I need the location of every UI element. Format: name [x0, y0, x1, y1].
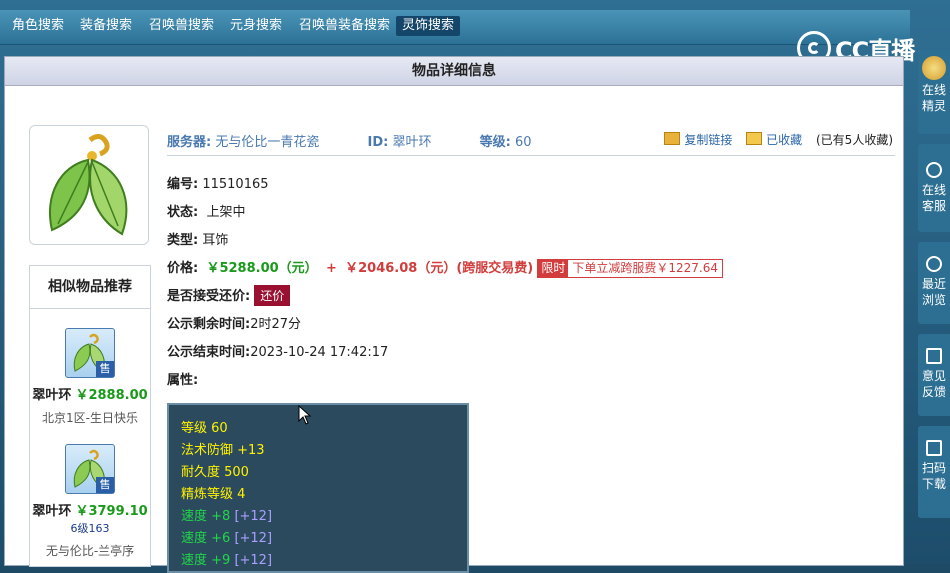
- similar-items-title: 相似物品推荐: [30, 266, 150, 309]
- tab-summon-equipment-search[interactable]: 召唤兽装备搜索: [293, 16, 396, 36]
- limited-offer-badge: 限时 下单立减跨服费￥1227.64: [537, 259, 724, 278]
- price-row: 价格: ￥5288.00（元） + ￥2046.08（元）(跨服交易费) 限时下…: [167, 257, 724, 278]
- scan-download-button[interactable]: 扫码 下载: [918, 426, 950, 518]
- attribute-line: 速度 +8 [+12]: [181, 509, 273, 524]
- tab-role-search[interactable]: 角色搜索: [6, 16, 70, 36]
- leaf-earring-icon: [48, 134, 128, 236]
- remaining-time-row: 公示剩余时间:2时27分: [167, 317, 302, 332]
- type-row: 类型: 耳饰: [167, 233, 229, 248]
- page-title: 物品详细信息: [5, 57, 903, 86]
- attribute-line: 速度 +6 [+12]: [181, 531, 273, 546]
- serial-value: 11510165: [202, 177, 269, 192]
- similar-item-server: 北京1区-生日快乐: [42, 411, 138, 425]
- tab-equipment-search[interactable]: 装备搜索: [74, 16, 138, 36]
- clock-icon: [926, 256, 942, 272]
- status-row: 状态: 上架中: [167, 205, 246, 220]
- tab-summon-search[interactable]: 召唤兽搜索: [143, 16, 220, 36]
- status-value: 上架中: [206, 205, 246, 220]
- divider: [167, 155, 895, 156]
- item-summary-line: 服务器: 无与伦比一青花瓷 ID: 翠叶环 等级: 60: [167, 135, 532, 150]
- similar-item-server: 无与伦比-兰亭序: [45, 544, 135, 558]
- attribute-line: 耐久度 500: [181, 465, 249, 480]
- attribute-line: 精炼等级 4: [181, 487, 246, 502]
- right-side-toolbar: 在线 精灵 在线 客服 最近 浏览 意见 反馈 扫码 下载: [918, 46, 950, 564]
- serial-row: 编号: 11510165: [167, 177, 269, 192]
- detail-page: 物品详细信息 相似物品推荐 售 翠叶环 ￥2888.00 北京1区-生日快乐 售…: [4, 56, 904, 573]
- sold-badge: 售: [96, 477, 114, 493]
- type-value: 耳饰: [202, 233, 229, 248]
- end-time-value: 2023-10-24 17:42:17: [250, 345, 389, 360]
- similar-items-panel: 相似物品推荐 售 翠叶环 ￥2888.00 北京1区-生日快乐 售 翠叶环 ￥3…: [29, 265, 151, 567]
- online-support-button[interactable]: 在线 客服: [918, 144, 950, 232]
- price-value: ￥5288.00（元）: [206, 261, 318, 276]
- server-name: 无与伦比一青花瓷: [215, 135, 320, 150]
- online-spirit-button[interactable]: 在线 精灵: [918, 50, 950, 134]
- item-id: 翠叶环: [392, 135, 432, 150]
- end-time-row: 公示结束时间:2023-10-24 17:42:17: [167, 345, 389, 360]
- favorite-button[interactable]: 已收藏: [746, 132, 802, 147]
- edit-icon: [926, 348, 942, 364]
- attribute-line: 法术防御 +13: [181, 443, 265, 458]
- mouse-cursor-icon: [298, 405, 312, 425]
- scan-icon: [926, 440, 942, 456]
- similar-item-thumb[interactable]: 售: [65, 328, 115, 378]
- cross-server-fee: ￥2046.08（元）(跨服交易费): [345, 261, 534, 276]
- feedback-button[interactable]: 意见 反馈: [918, 334, 950, 416]
- recent-browse-button[interactable]: 最近 浏览: [918, 242, 950, 324]
- similar-item-name-price: 翠叶环 ￥3799.10: [32, 504, 148, 519]
- sold-badge: 售: [96, 361, 114, 377]
- copy-link-icon: [664, 132, 681, 145]
- item-level: 60: [514, 135, 532, 150]
- bargain-button[interactable]: 还价: [254, 285, 291, 306]
- favorite-count: (已有5人收藏): [816, 133, 893, 147]
- remaining-time-value: 2时27分: [250, 317, 302, 332]
- similar-item-level: 6级163: [70, 522, 110, 535]
- attribute-line: 等级 60: [181, 421, 228, 436]
- copy-link-button[interactable]: 复制链接: [664, 132, 732, 147]
- favorite-folder-icon: [746, 132, 763, 145]
- headset-icon: [926, 162, 942, 178]
- tab-ornament-search[interactable]: 灵饰搜索: [396, 16, 461, 36]
- attribute-line: 速度 +9 [+12]: [181, 553, 273, 568]
- item-actions: 复制链接 已收藏 (已有5人收藏): [654, 131, 893, 148]
- tab-body-search[interactable]: 元身搜索: [224, 16, 288, 36]
- similar-item-thumb[interactable]: 售: [65, 444, 115, 494]
- bargain-row: 是否接受还价: 还价: [167, 285, 291, 306]
- attributes-panel: 等级 60 法术防御 +13 耐久度 500 精炼等级 4 速度 +8 [+12…: [167, 403, 469, 573]
- top-nav-bar: 角色搜索 装备搜索 召唤兽搜索 元身搜索 召唤兽装备搜索 灵饰搜索: [0, 10, 910, 45]
- attributes-label: 属性:: [167, 373, 199, 388]
- avatar-icon: [922, 56, 946, 80]
- similar-item-name-price: 翠叶环 ￥2888.00: [32, 388, 148, 403]
- item-image: [29, 125, 149, 245]
